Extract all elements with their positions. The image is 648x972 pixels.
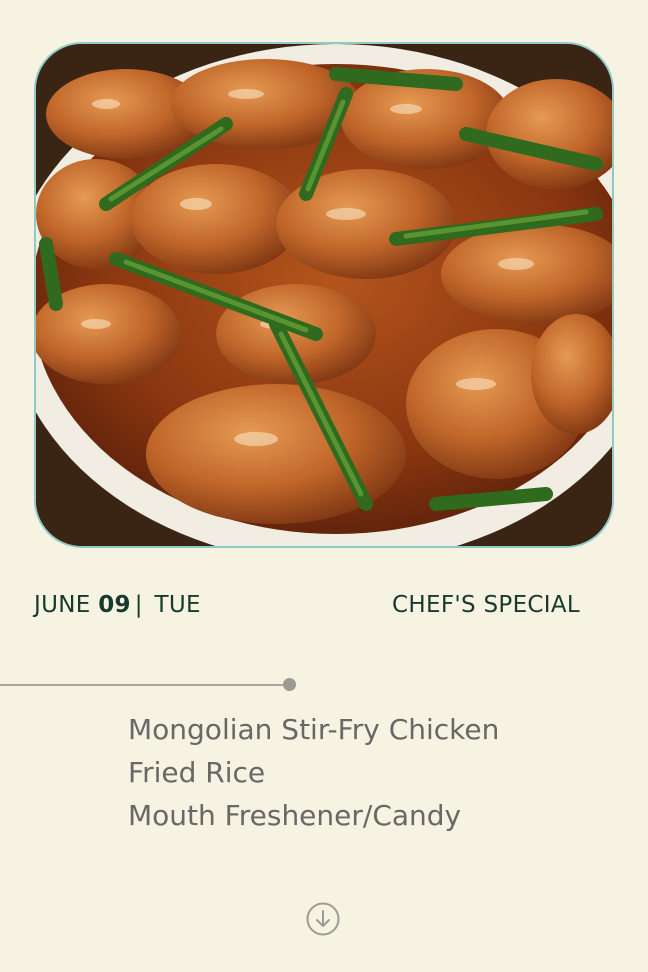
dish-photo bbox=[34, 42, 614, 548]
special-tag: CHEF'S SPECIAL bbox=[392, 592, 580, 618]
date-day: 09 bbox=[98, 592, 131, 618]
date-separator: | bbox=[134, 592, 143, 618]
menu-list: Mongolian Stir-Fry Chicken Fried Rice Mo… bbox=[128, 708, 499, 837]
timeline-line bbox=[0, 684, 284, 686]
date-month: JUNE bbox=[34, 592, 91, 618]
scroll-down-button[interactable] bbox=[306, 902, 340, 936]
menu-item: Mouth Freshener/Candy bbox=[128, 799, 462, 832]
timeline-dot bbox=[283, 678, 296, 691]
date-label: JUNE 09 | TUE bbox=[34, 592, 201, 618]
arrow-down-circle-icon bbox=[306, 902, 340, 936]
menu-item: Fried Rice bbox=[128, 756, 266, 789]
menu-item: Mongolian Stir-Fry Chicken bbox=[128, 713, 500, 746]
date-weekday: TUE bbox=[154, 592, 201, 618]
